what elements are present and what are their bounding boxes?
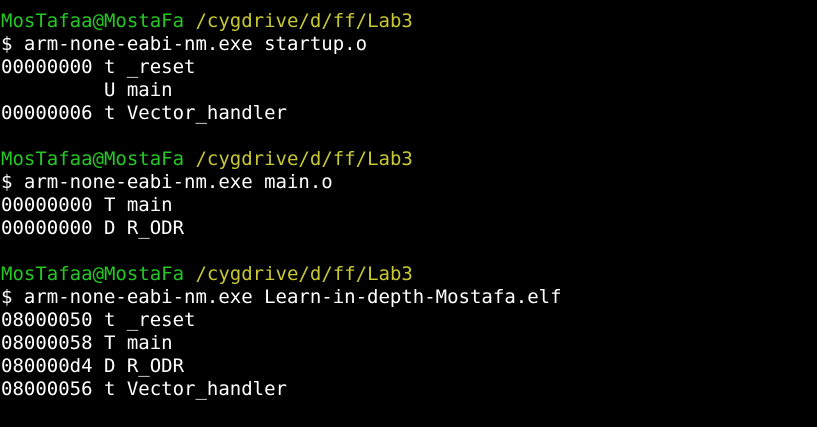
- output-line: 00000006 t Vector_handler: [1, 102, 287, 124]
- command-line: $ arm-none-eabi-nm.exe main.o: [1, 171, 333, 193]
- prompt-line: MosTafaa@MostaFa /cygdrive/d/ff/Lab3: [0, 10, 817, 33]
- prompt-path: /cygdrive/d/ff/Lab3: [195, 10, 413, 32]
- output-line: 080000d4 D R_ODR: [1, 355, 185, 377]
- prompt-user-host: MosTafaa@MostaFa: [1, 263, 185, 285]
- output-line: 00000000 t _reset: [1, 56, 196, 78]
- output-line: 08000058 T main: [1, 332, 173, 354]
- output-line: 08000056 t Vector_handler: [1, 378, 287, 400]
- prompt-user-host: MosTafaa@MostaFa: [1, 148, 185, 170]
- command-line: $ arm-none-eabi-nm.exe startup.o: [1, 33, 368, 55]
- output-line: U main: [1, 79, 173, 101]
- command-line: $ arm-none-eabi-nm.exe Learn-in-depth-Mo…: [1, 286, 562, 308]
- output-line: 08000050 t _reset: [1, 309, 196, 331]
- terminal-window[interactable]: MosTafaa@MostaFa /cygdrive/d/ff/Lab3 $ a…: [0, 0, 817, 427]
- prompt-line: MosTafaa@MostaFa /cygdrive/d/ff/Lab3: [0, 263, 817, 286]
- prompt-user-host: MosTafaa@MostaFa: [1, 10, 185, 32]
- prompt-path: /cygdrive/d/ff/Lab3: [195, 148, 413, 170]
- output-line: 00000000 D R_ODR: [1, 217, 185, 239]
- prompt-line: MosTafaa@MostaFa /cygdrive/d/ff/Lab3: [0, 148, 817, 171]
- prompt-path: /cygdrive/d/ff/Lab3: [195, 263, 413, 285]
- output-line: 00000000 T main: [1, 194, 173, 216]
